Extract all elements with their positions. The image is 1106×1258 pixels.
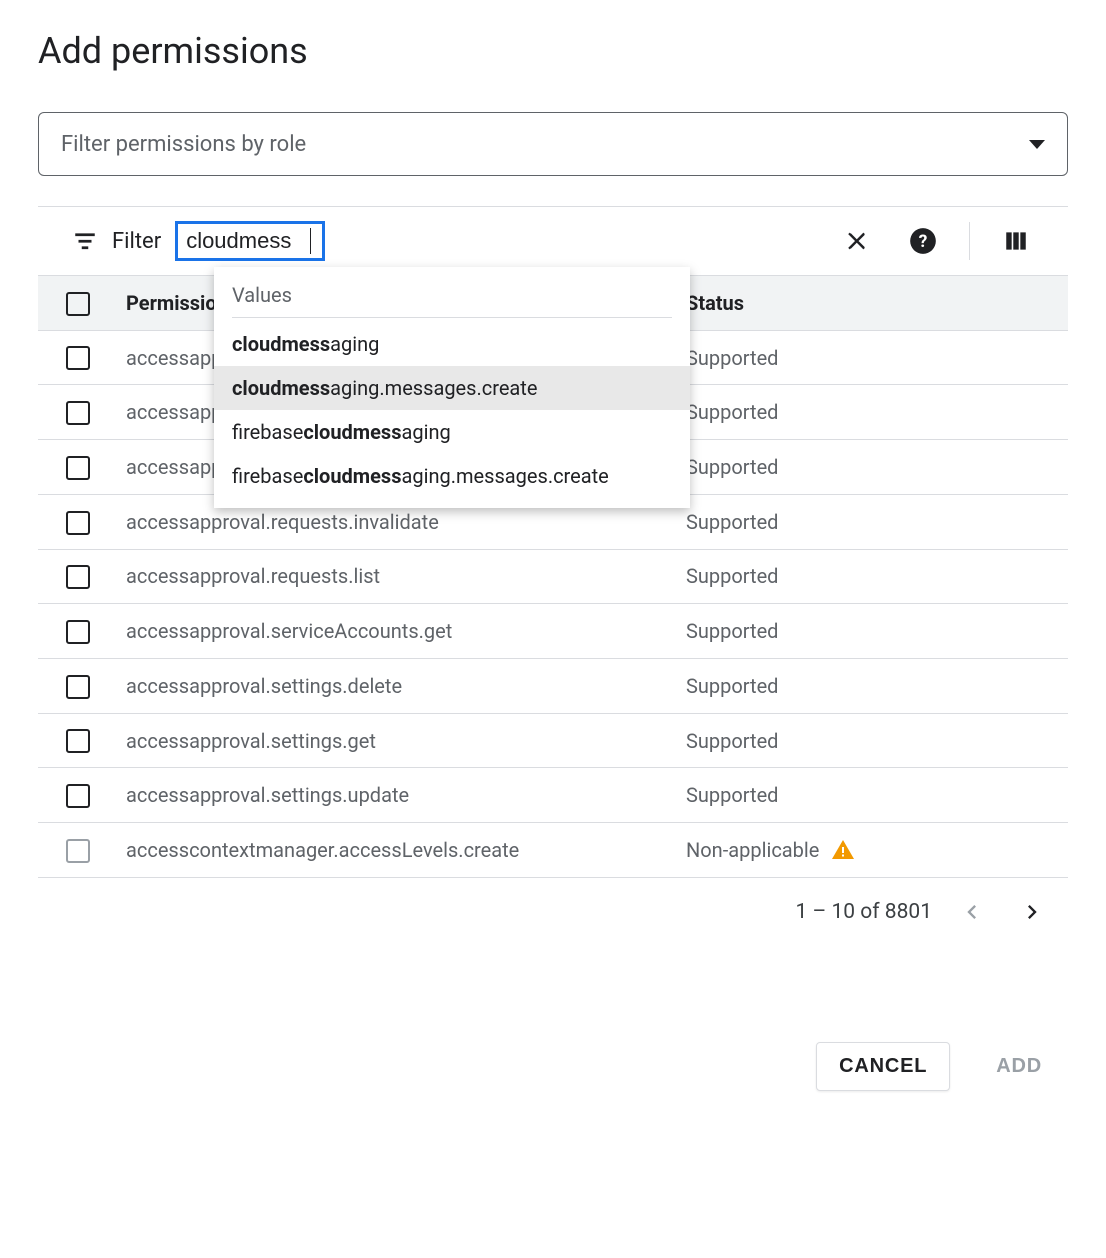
status-text: Supported — [686, 564, 778, 588]
table-row: accessapproval.settings.get Supported — [38, 713, 1068, 768]
row-checkbox[interactable] — [66, 346, 90, 370]
table-row: accessapproval.settings.update Supported — [38, 768, 1068, 823]
status-text: Supported — [686, 729, 778, 753]
toolbar-divider — [969, 222, 970, 260]
permission-cell: accessapproval.settings.get — [118, 713, 678, 768]
columns-button[interactable] — [996, 221, 1036, 261]
table-row: accesscontextmanager.accessLevels.create… — [38, 823, 1068, 878]
row-checkbox — [66, 839, 90, 863]
permission-cell: accessapproval.settings.update — [118, 768, 678, 823]
table-row: accessapproval.settings.delete Supported — [38, 659, 1068, 714]
status-text: Supported — [686, 674, 778, 698]
row-checkbox[interactable] — [66, 620, 90, 644]
pagination-range: 1 – 10 of 8801 — [795, 900, 932, 924]
prev-page-button[interactable] — [952, 892, 992, 932]
warning-icon — [831, 838, 855, 862]
row-checkbox[interactable] — [66, 456, 90, 480]
permission-cell: accesscontextmanager.accessLevels.create — [118, 823, 678, 878]
cancel-button[interactable]: CANCEL — [816, 1042, 950, 1091]
suggestions-heading: Values — [214, 275, 690, 317]
suggestion-item[interactable]: cloudmessaging.messages.create — [214, 366, 690, 410]
filter-suggestions-dropdown: Values cloudmessagingcloudmessaging.mess… — [214, 267, 690, 508]
role-filter-placeholder: Filter permissions by role — [61, 132, 306, 157]
status-text: Supported — [686, 510, 778, 534]
select-all-checkbox[interactable] — [66, 292, 90, 316]
status-text: Supported — [686, 783, 778, 807]
row-checkbox[interactable] — [66, 675, 90, 699]
add-button: ADD — [974, 1042, 1064, 1091]
permission-cell: accessapproval.requests.list — [118, 549, 678, 604]
table-row: accessapproval.serviceAccounts.get Suppor… — [38, 604, 1068, 659]
svg-text:?: ? — [919, 232, 928, 252]
page-title: Add permissions — [38, 30, 1068, 72]
divider — [232, 317, 672, 318]
status-text: Supported — [686, 400, 778, 424]
suggestion-item[interactable]: firebasecloudmessaging.messages.create — [214, 454, 690, 498]
filter-input[interactable] — [184, 227, 314, 255]
filter-input-wrap[interactable] — [175, 221, 325, 261]
row-checkbox[interactable] — [66, 729, 90, 753]
suggestion-item[interactable]: firebasecloudmessaging — [214, 410, 690, 454]
role-filter-dropdown[interactable]: Filter permissions by role — [38, 112, 1068, 176]
row-checkbox[interactable] — [66, 784, 90, 808]
status-text: Supported — [686, 455, 778, 479]
table-row: accessapproval.requests.list Supported — [38, 549, 1068, 604]
permission-cell: accessapproval.serviceAccounts.get — [118, 604, 678, 659]
next-page-button[interactable] — [1012, 892, 1052, 932]
row-checkbox[interactable] — [66, 565, 90, 589]
row-checkbox[interactable] — [66, 401, 90, 425]
help-button[interactable]: ? — [903, 221, 943, 261]
dialog-actions: CANCEL ADD — [38, 1042, 1068, 1091]
caret-down-icon — [1029, 140, 1045, 149]
filter-label: Filter — [112, 229, 161, 254]
filter-toolbar: Filter ? Values cloudmessagingcloudmessa… — [38, 207, 1068, 275]
pagination: 1 – 10 of 8801 — [38, 878, 1068, 932]
column-header-status[interactable]: Status — [678, 276, 1068, 330]
status-text: Non-applicable — [686, 838, 819, 862]
text-cursor — [310, 228, 311, 254]
status-text: Supported — [686, 346, 778, 370]
filter-icon — [72, 228, 98, 254]
status-text: Supported — [686, 619, 778, 643]
row-checkbox[interactable] — [66, 511, 90, 535]
permission-cell: accessapproval.settings.delete — [118, 659, 678, 714]
clear-filter-button[interactable] — [837, 221, 877, 261]
suggestion-item[interactable]: cloudmessaging — [214, 322, 690, 366]
